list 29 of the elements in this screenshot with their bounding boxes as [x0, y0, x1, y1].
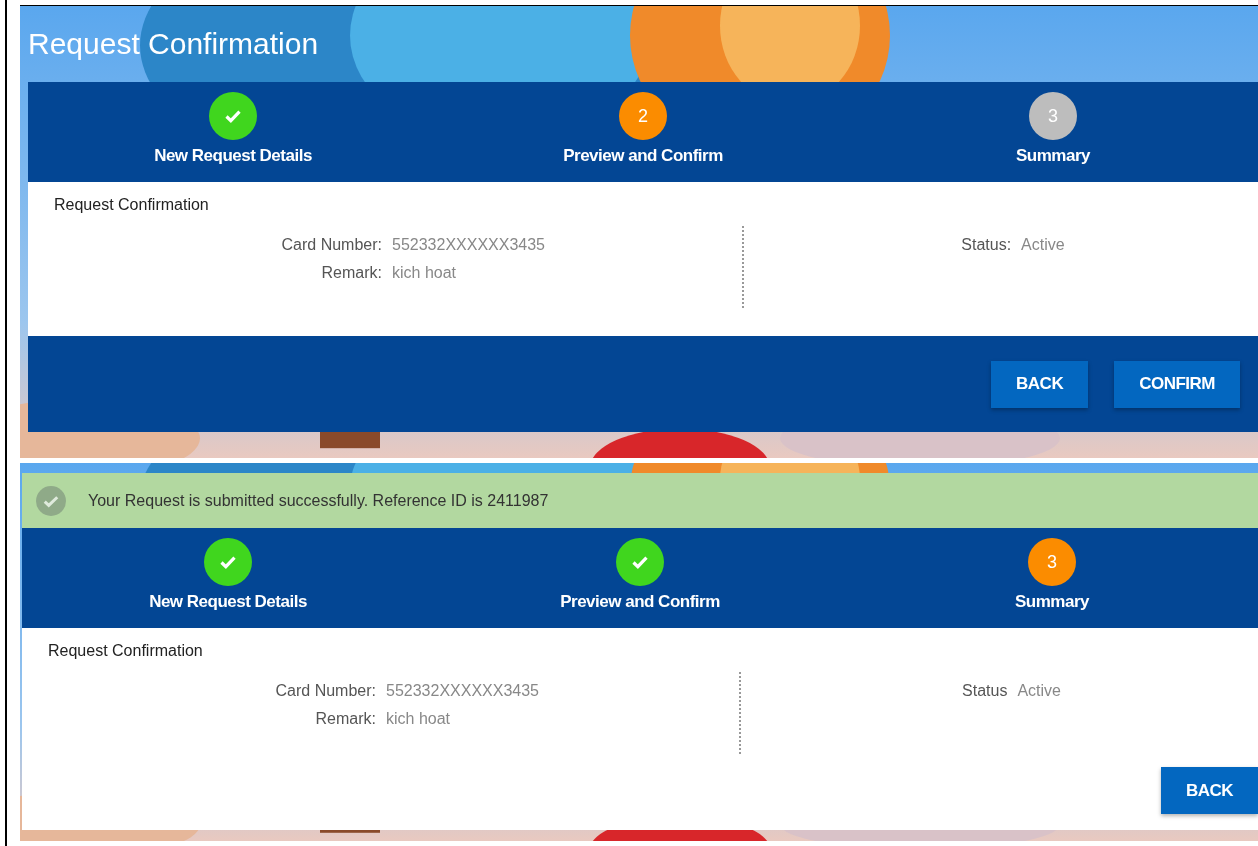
check-circle-icon [36, 485, 66, 516]
step-label: New Request Details [149, 592, 307, 612]
field-value: kich hoat [386, 710, 451, 728]
field-label: Remark: [314, 710, 376, 728]
step-number: 3 [1028, 538, 1076, 586]
field-label: Card Number: [274, 682, 376, 700]
back-button[interactable]: BACK [1160, 767, 1258, 814]
field-value: kich hoat [392, 264, 457, 282]
alert-message: Your Request is submitted successfully. Reference ID is 2411987 [88, 491, 549, 510]
step-label: Summary [1015, 592, 1089, 612]
field-label: Card Number: [280, 236, 382, 254]
field-label: Remark: [320, 264, 382, 282]
field-label: Status [962, 682, 1008, 700]
field-value: Active [1021, 236, 1065, 254]
field-value: Active [1017, 682, 1061, 700]
section-title: Request Confirmation [48, 642, 204, 660]
field-label: Status: [961, 236, 1012, 254]
step-number: 3 [1029, 92, 1077, 140]
step-label: Summary [1016, 146, 1090, 166]
field-value: 552332XXXXXX3435 [386, 682, 539, 700]
confirm-button[interactable]: CONFIRM [1114, 360, 1240, 408]
step-label: New Request Details [154, 146, 312, 166]
step-label: Preview and Confirm [563, 146, 723, 166]
back-button[interactable]: BACK [991, 360, 1089, 408]
field-value: 552332XXXXXX3435 [392, 236, 545, 254]
step-label: Preview and Confirm [560, 592, 720, 612]
section-title: Request Confirmation [54, 196, 210, 214]
page-title: Request Confirmation [28, 27, 319, 61]
step-number: 2 [619, 92, 667, 140]
